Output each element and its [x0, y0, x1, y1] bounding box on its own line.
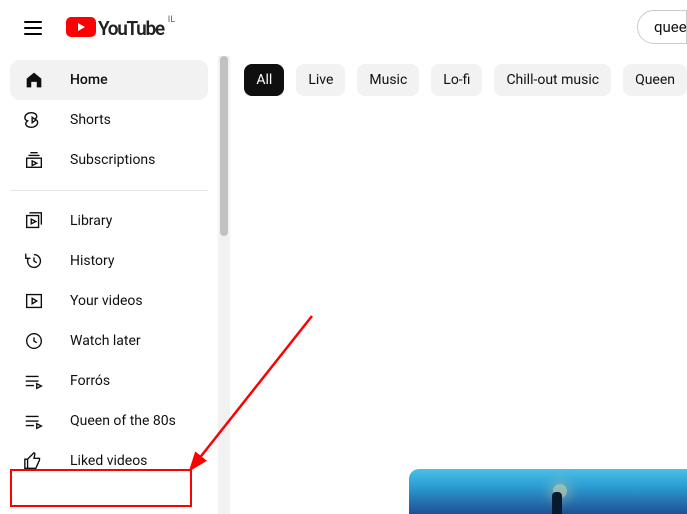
home-icon — [22, 68, 46, 92]
playlist-icon — [22, 409, 46, 433]
filter-chip[interactable]: Music — [357, 64, 419, 96]
top-header: YouTube IL queen — [0, 0, 687, 56]
sidebar-item-label: Library — [70, 213, 112, 229]
region-code: IL — [168, 15, 175, 25]
youtube-play-icon — [66, 17, 96, 37]
filter-chip[interactable]: Lo-fi — [431, 64, 482, 96]
guide-toggle-button[interactable] — [16, 13, 50, 43]
sidebar-item-history[interactable]: History — [10, 241, 208, 281]
search-value: queen — [654, 18, 687, 36]
watch-later-icon — [22, 329, 46, 353]
sidebar-item-shorts[interactable]: Shorts — [10, 100, 208, 140]
sidebar-item-label: History — [70, 253, 115, 269]
filter-chip[interactable]: Live — [296, 64, 345, 96]
sidebar-divider — [10, 190, 208, 191]
sidebar-item-label: Shorts — [70, 112, 111, 128]
main-content: All Live Music Lo-fi Chill-out music Queen — [230, 56, 687, 514]
sidebar-item-playlist-4[interactable]: Forrós — [10, 361, 208, 401]
sidebar: Home Shorts Subscriptions Library History You… — [0, 56, 218, 514]
history-icon — [22, 249, 46, 273]
sidebar-item-label: Liked videos — [70, 453, 147, 469]
sidebar-item-label: Your videos — [70, 293, 143, 309]
library-icon — [22, 209, 46, 233]
filter-chip[interactable]: Chill-out music — [494, 64, 611, 96]
sidebar-item-library[interactable]: Library — [10, 201, 208, 241]
filter-chip[interactable]: Queen — [623, 64, 687, 96]
your-videos-icon — [22, 289, 46, 313]
sidebar-scrollbar[interactable] — [218, 56, 231, 514]
search-input[interactable]: queen — [637, 10, 687, 44]
liked-icon — [22, 449, 46, 473]
sidebar-item-your-videos[interactable]: Your videos — [10, 281, 208, 321]
sidebar-item-label: Watch later — [70, 333, 141, 349]
filter-chip[interactable]: All — [244, 64, 284, 96]
sidebar-item-home[interactable]: Home — [10, 60, 208, 100]
shorts-icon — [22, 108, 46, 132]
subscriptions-icon — [22, 148, 46, 172]
filter-chip-row: All Live Music Lo-fi Chill-out music Queen — [244, 64, 687, 96]
sidebar-item-label: Queen of the 80s — [70, 413, 176, 429]
logo-text: YouTube — [98, 17, 164, 40]
sidebar-item-liked[interactable]: Liked videos — [10, 441, 208, 481]
sidebar-item-playlist-5[interactable]: Queen of the 80s — [10, 401, 208, 441]
playlist-icon — [22, 369, 46, 393]
youtube-logo[interactable]: YouTube IL — [66, 17, 175, 40]
sidebar-item-label: Home — [70, 72, 108, 88]
sidebar-item-subscriptions[interactable]: Subscriptions — [10, 140, 208, 180]
sidebar-item-label: Subscriptions — [70, 152, 155, 168]
video-thumbnail[interactable] — [409, 469, 687, 514]
scrollbar-thumb[interactable] — [220, 56, 229, 236]
sidebar-item-label: Forrós — [70, 373, 110, 389]
sidebar-item-watch-later[interactable]: Watch later — [10, 321, 208, 361]
